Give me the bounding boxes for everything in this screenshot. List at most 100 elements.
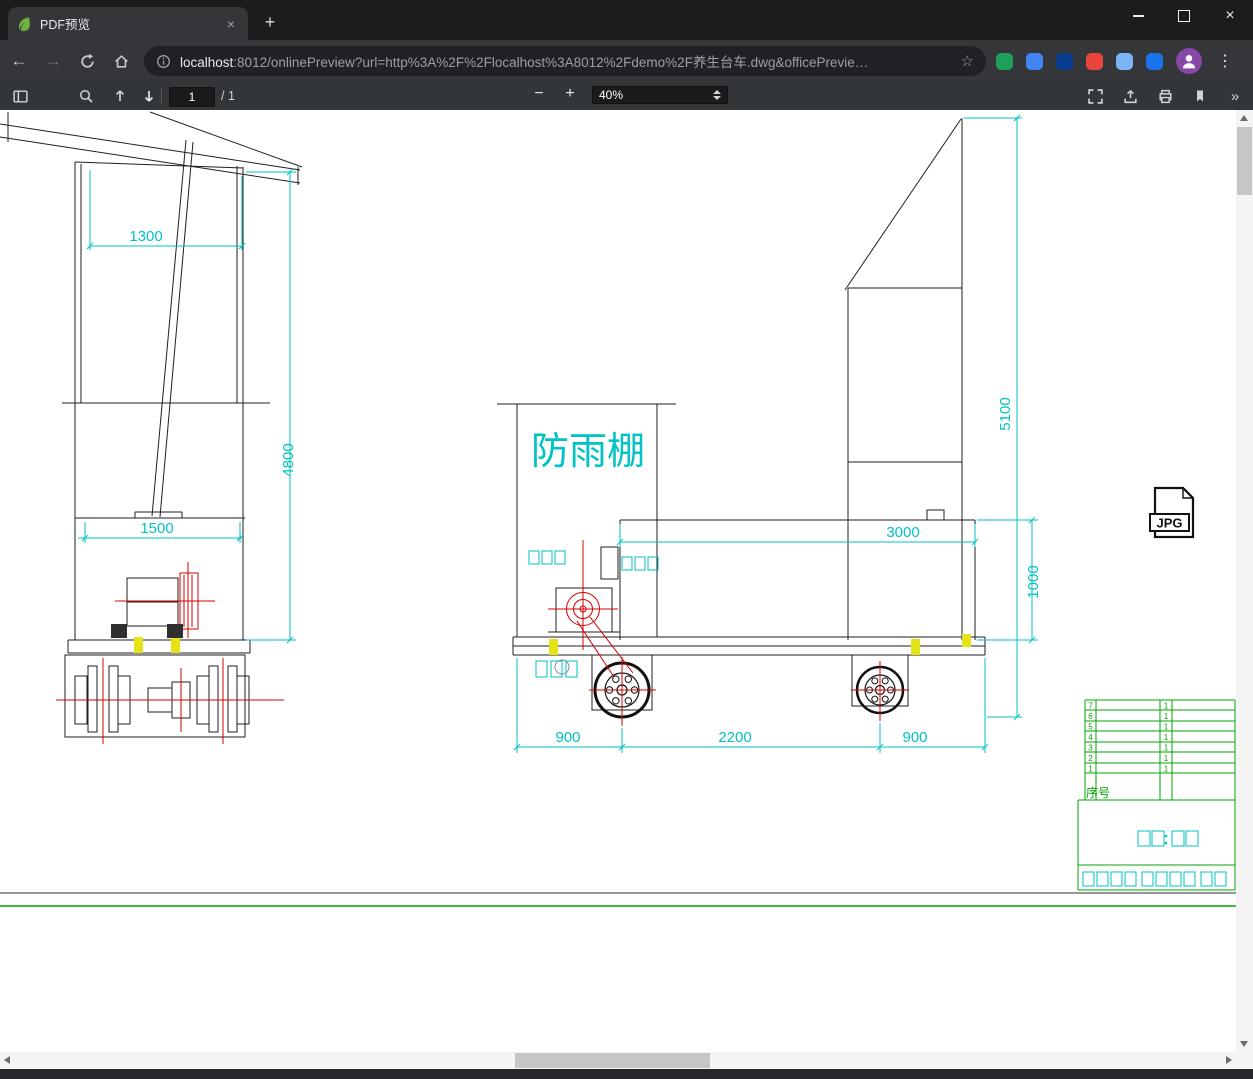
browser-window: { "window": { "tab_title": "PDF预览", "tab…	[0, 0, 1253, 1079]
scroll-left-icon[interactable]	[4, 1056, 10, 1064]
vertical-scrollbar[interactable]	[1236, 110, 1253, 1052]
row-no: 5	[1088, 723, 1093, 732]
maximize-icon	[1178, 10, 1190, 22]
url-text: localhost:8012/onlinePreview?url=http%3A…	[180, 51, 953, 71]
url-field[interactable]: localhost:8012/onlinePreview?url=http%3A…	[144, 46, 986, 76]
minimize-button[interactable]	[1115, 0, 1161, 32]
tab-close-icon[interactable]: ×	[222, 15, 240, 33]
dimension-label: 900	[555, 729, 580, 746]
extension-icon[interactable]	[1116, 52, 1133, 70]
tab-title: PDF预览	[40, 18, 91, 32]
reload-button[interactable]	[72, 46, 102, 76]
bookmark-star-icon[interactable]: ☆	[961, 52, 974, 70]
dimension-label: 900	[902, 729, 927, 746]
title-block-dots	[1164, 834, 1168, 845]
print-button[interactable]	[1155, 86, 1175, 106]
person-icon	[1182, 55, 1196, 69]
row-no: 6	[1088, 712, 1093, 721]
scroll-up-icon[interactable]	[1240, 115, 1248, 121]
extension-icon[interactable]	[996, 52, 1013, 70]
dimension-label: 1300	[129, 228, 162, 245]
toolbar-right-icons: »	[1085, 86, 1245, 106]
new-tab-button[interactable]: +	[258, 11, 282, 35]
browser-tab[interactable]: PDF预览 ×	[8, 7, 248, 40]
jpg-placeholder-icon: JPG	[1149, 486, 1195, 539]
row-no: 7	[1088, 702, 1093, 711]
row-qty: 1	[1164, 744, 1169, 753]
search-icon	[79, 89, 93, 103]
back-button[interactable]: ←	[4, 46, 34, 76]
row-no: 1	[1088, 765, 1093, 774]
spring-leaf-favicon	[16, 16, 32, 32]
pdf-page: 1300 4800 1500 防雨棚 3000 1000 5100 900 22…	[0, 110, 1253, 1079]
reload-icon	[80, 53, 94, 68]
extension-icon[interactable]	[1026, 52, 1043, 70]
arrow-up-icon	[115, 90, 125, 101]
side-view	[497, 118, 986, 711]
window-controls: ×	[1115, 0, 1253, 40]
bookmark-icon	[1197, 90, 1203, 102]
parts-table-text: 7 6 5 4 3 2 1 1 1 1 1 1 1 1 序号	[1086, 702, 1169, 801]
zoom-level-select[interactable]: 40%	[592, 86, 728, 104]
table-header-label: 序号	[1086, 785, 1110, 800]
pdf-toolbar: / 1 − + 40% »	[0, 82, 1253, 110]
home-button[interactable]	[106, 46, 136, 76]
select-spinner-icon	[713, 90, 721, 100]
maximize-button[interactable]	[1161, 0, 1207, 32]
extension-icon[interactable]	[1086, 52, 1103, 70]
horizontal-scrollbar-thumb[interactable]	[515, 1053, 710, 1068]
zoom-out-button[interactable]: −	[528, 85, 550, 103]
more-tools-button[interactable]: »	[1225, 86, 1245, 106]
row-qty: 1	[1164, 723, 1169, 732]
scroll-down-icon[interactable]	[1240, 1041, 1248, 1047]
scroll-right-icon[interactable]	[1226, 1056, 1232, 1064]
sidebar-icon	[12, 89, 28, 103]
front-view	[0, 111, 303, 738]
row-qty: 1	[1164, 712, 1169, 721]
close-icon: ×	[1225, 7, 1235, 24]
dimension-label: 1500	[140, 520, 173, 537]
horizontal-scrollbar[interactable]	[0, 1052, 1236, 1069]
zoom-in-button[interactable]: +	[559, 85, 581, 103]
dimension-label: 1000	[1025, 565, 1042, 598]
minimize-icon	[1132, 15, 1144, 17]
presentation-mode-button[interactable]	[1085, 86, 1105, 106]
row-no: 4	[1088, 733, 1093, 742]
extensions-area: ⋮	[996, 48, 1235, 74]
row-qty: 1	[1164, 754, 1169, 763]
title-block	[1082, 830, 1227, 887]
window-bottom-edge	[0, 1069, 1253, 1079]
row-qty: 1	[1164, 702, 1169, 711]
extension-icon[interactable]	[1146, 52, 1163, 70]
toolbar-divider	[161, 88, 162, 104]
download-button[interactable]	[1190, 86, 1210, 106]
profile-avatar[interactable]	[1176, 48, 1202, 74]
row-no: 3	[1088, 744, 1093, 753]
previous-page-button[interactable]	[110, 86, 130, 106]
address-bar: ← → localhost:8012/onlinePreview?url=htt…	[0, 40, 1253, 82]
centerlines-and-drive	[56, 540, 909, 744]
next-page-button[interactable]	[139, 86, 159, 106]
home-icon	[114, 54, 128, 68]
print-icon	[1158, 89, 1172, 103]
open-file-button[interactable]	[1120, 86, 1140, 106]
dimension-label: 4800	[280, 443, 297, 476]
canopy-label: 防雨棚	[531, 431, 645, 473]
dimension-label: 5100	[997, 397, 1014, 430]
forward-button[interactable]: →	[38, 46, 68, 76]
open-file-icon	[1123, 89, 1137, 103]
dimension-label: 2200	[718, 729, 751, 746]
page-number-input[interactable]	[169, 87, 215, 107]
close-button[interactable]: ×	[1207, 0, 1253, 32]
jpg-label: JPG	[1156, 516, 1182, 531]
sidebar-toggle-button[interactable]	[10, 86, 30, 106]
row-no: 2	[1088, 754, 1093, 763]
url-host: localhost	[180, 55, 234, 70]
vertical-scrollbar-thumb[interactable]	[1237, 127, 1252, 195]
url-rest: :8012/onlinePreview?url=http%3A%2F%2Floc…	[233, 55, 869, 70]
find-button[interactable]	[76, 86, 96, 106]
dimension-labels: 1300 4800 1500 防雨棚 3000 1000 5100 900 22…	[129, 228, 1042, 746]
page-info-icon[interactable]	[156, 54, 171, 69]
browser-menu-icon[interactable]: ⋮	[1215, 51, 1235, 71]
extension-icon[interactable]	[1056, 52, 1073, 70]
